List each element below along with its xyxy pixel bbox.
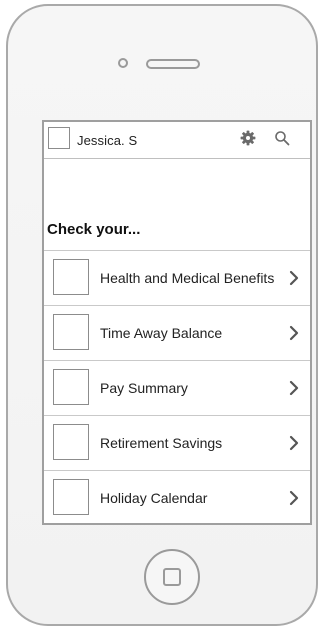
chevron-right-icon: [289, 270, 299, 286]
item-label: Health and Medical Benefits: [100, 270, 275, 286]
item-label: Holiday Calendar: [100, 490, 208, 506]
item-thumbnail: [53, 369, 89, 405]
phone-frame: Jessica. S Check your... Health and Medi…: [6, 4, 318, 626]
gear-icon[interactable]: [240, 130, 256, 146]
list-item-health-benefits[interactable]: Health and Medical Benefits: [44, 251, 310, 306]
list-item-holiday-calendar[interactable]: Holiday Calendar: [44, 471, 310, 523]
list-item-time-away[interactable]: Time Away Balance: [44, 306, 310, 361]
item-thumbnail: [53, 259, 89, 295]
home-button-icon: [163, 568, 181, 586]
benefits-list: Health and Medical Benefits Time Away Ba…: [44, 250, 310, 523]
search-icon[interactable]: [274, 130, 290, 146]
user-name: Jessica. S: [77, 133, 138, 148]
item-thumbnail: [53, 424, 89, 460]
top-bar: Jessica. S: [44, 122, 310, 159]
chevron-right-icon: [289, 435, 299, 451]
avatar[interactable]: [48, 127, 70, 149]
item-label: Pay Summary: [100, 380, 188, 396]
item-thumbnail: [53, 479, 89, 515]
app-screen: Jessica. S Check your... Health and Medi…: [42, 120, 312, 525]
page-heading: Check your...: [47, 221, 141, 238]
item-label: Time Away Balance: [100, 325, 223, 341]
chevron-right-icon: [289, 325, 299, 341]
chevron-right-icon: [289, 490, 299, 506]
item-thumbnail: [53, 314, 89, 350]
front-camera-icon: [118, 58, 128, 68]
speaker-icon: [146, 59, 200, 69]
list-item-pay-summary[interactable]: Pay Summary: [44, 361, 310, 416]
list-item-retirement-savings[interactable]: Retirement Savings: [44, 416, 310, 471]
home-button[interactable]: [144, 549, 200, 605]
chevron-right-icon: [289, 380, 299, 396]
item-label: Retirement Savings: [100, 435, 223, 451]
